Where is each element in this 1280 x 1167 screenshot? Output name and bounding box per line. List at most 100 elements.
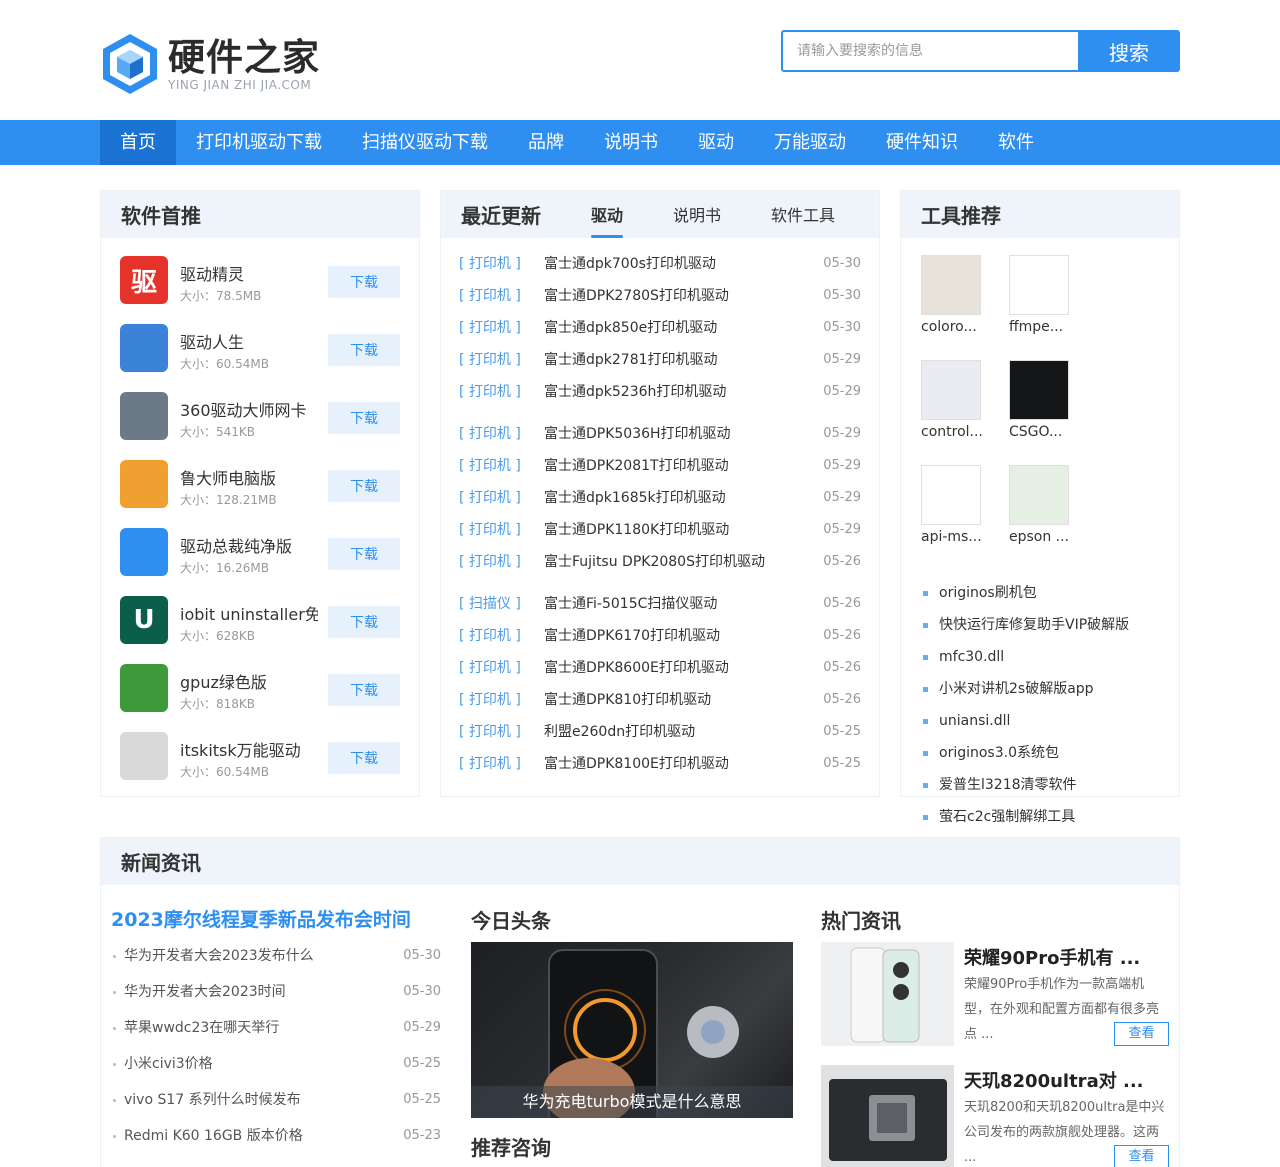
update-category[interactable]: [ 打印机 ] — [459, 514, 544, 546]
update-title[interactable]: 富士通dpk1685k打印机驱动 — [544, 482, 823, 514]
software-name[interactable]: itskitsk万能驱动 — [180, 737, 318, 761]
itskitsk-icon[interactable] — [120, 732, 168, 780]
tool-link[interactable]: uniansi.dll — [921, 705, 1159, 737]
tool-card[interactable]: CSGO... — [1009, 360, 1097, 465]
software-item[interactable]: 鲁大师电脑版 大小：128.21MB 下载 — [120, 460, 400, 528]
news-title[interactable]: 华为开发者大会2023发布什么 — [124, 938, 403, 974]
tool-card[interactable]: epson ... — [1009, 465, 1097, 570]
software-item[interactable]: 驱动总裁纯净版 大小：16.26MB 下载 — [120, 528, 400, 596]
news-title[interactable]: 华为开发者大会2023时间 — [124, 974, 403, 1010]
iobit-icon[interactable]: U — [120, 596, 168, 644]
download-button[interactable]: 下载 — [328, 606, 400, 638]
tool-link[interactable]: 快快运行库修复助手VIP破解版 — [921, 609, 1159, 641]
download-button[interactable]: 下载 — [328, 538, 400, 570]
search-button[interactable]: 搜索 — [1078, 30, 1180, 72]
tool-name[interactable]: api-ms... — [921, 529, 1009, 545]
tool-name[interactable]: ffmpe... — [1009, 319, 1097, 335]
download-button[interactable]: 下载 — [328, 334, 400, 366]
software-item[interactable]: Uiobit uninstaller免 大小：628KB 下载 — [120, 596, 400, 664]
update-category[interactable]: [ 打印机 ] — [459, 716, 544, 748]
nav-item-drivers[interactable]: 驱动 — [678, 120, 754, 165]
update-category[interactable]: [ 打印机 ] — [459, 344, 544, 376]
software-name[interactable]: iobit uninstaller免 — [180, 601, 318, 625]
tool-name[interactable]: CSGO... — [1009, 424, 1097, 440]
update-category[interactable]: [ 打印机 ] — [459, 482, 544, 514]
nav-item-hardware-knowledge[interactable]: 硬件知识 — [866, 120, 978, 165]
software-item[interactable]: itskitsk万能驱动 大小：60.54MB 下载 — [120, 732, 400, 800]
update-row[interactable]: [ 打印机 ] 富士通DPK810打印机驱动 05-26 — [459, 684, 861, 716]
game-thumb[interactable] — [1009, 360, 1069, 420]
news-list-item[interactable]: 华为开发者大会2023发布什么 05-30 — [111, 938, 441, 974]
update-title[interactable]: 富士通DPK2081T打印机驱动 — [544, 450, 823, 482]
download-button[interactable]: 下载 — [328, 266, 400, 298]
update-row[interactable]: [ 打印机 ] 富士通dpk700s打印机驱动 05-30 — [459, 248, 861, 280]
tool-name[interactable]: coloro... — [921, 319, 1009, 335]
view-button[interactable]: 查看 — [1114, 1022, 1169, 1046]
download-button[interactable]: 下载 — [328, 742, 400, 774]
news-list-item[interactable]: vivo S17 系列什么时候发布 05-25 — [111, 1082, 441, 1118]
nav-item-manuals[interactable]: 说明书 — [584, 120, 678, 165]
qudong-rensheng-icon[interactable] — [120, 324, 168, 372]
news-list-item[interactable]: Redmi K60 16GB 版本价格 05-23 — [111, 1118, 441, 1154]
update-category[interactable]: [ 打印机 ] — [459, 280, 544, 312]
hot-news-item[interactable]: 荣耀90Pro手机有 ... 荣耀90Pro手机作为一款高端机型，在外观和配置方… — [821, 942, 1171, 1065]
update-title[interactable]: 富士通DPK2780S打印机驱动 — [544, 280, 823, 312]
update-row[interactable]: [ 打印机 ] 利盟e260dn打印机驱动 05-25 — [459, 716, 861, 748]
software-name[interactable]: gpuz绿色版 — [180, 669, 318, 693]
hot-news-item[interactable]: 天玑8200ultra对 ... 天玑8200和天玑8200ultra是中兴公司… — [821, 1065, 1171, 1167]
update-row[interactable]: [ 打印机 ] 富士通dpk2781打印机驱动 05-29 — [459, 344, 861, 376]
update-category[interactable]: [ 打印机 ] — [459, 418, 544, 450]
document-thumb[interactable] — [1009, 255, 1069, 315]
qudong-jingling-icon[interactable]: 驱 — [120, 256, 168, 304]
qudong-zongcai-icon[interactable] — [120, 528, 168, 576]
view-button[interactable]: 查看 — [1114, 1145, 1169, 1167]
tool-card[interactable]: coloro... — [921, 255, 1009, 360]
news-title[interactable]: vivo S17 系列什么时候发布 — [124, 1082, 403, 1118]
update-row[interactable]: [ 打印机 ] 富士通DPK8600E打印机驱动 05-26 — [459, 652, 861, 684]
ludashi-icon[interactable] — [120, 460, 168, 508]
nav-item-brands[interactable]: 品牌 — [508, 120, 584, 165]
nav-item-scanner-drivers[interactable]: 扫描仪驱动下载 — [342, 120, 508, 165]
update-category[interactable]: [ 打印机 ] — [459, 248, 544, 280]
nav-item-home[interactable]: 首页 — [100, 120, 176, 165]
news-title[interactable]: 小米civi3价格 — [124, 1046, 403, 1082]
update-category[interactable]: [ 打印机 ] — [459, 450, 544, 482]
tab-manuals[interactable]: 说明书 — [673, 191, 721, 238]
phone-app-thumb[interactable] — [921, 255, 981, 315]
update-category[interactable]: [ 打印机 ] — [459, 376, 544, 408]
nav-item-universal-drivers[interactable]: 万能驱动 — [754, 120, 866, 165]
update-title[interactable]: 富士Fujitsu DPK2080S打印机驱动 — [544, 546, 823, 578]
update-title[interactable]: 富士通DPK5036H打印机驱动 — [544, 418, 823, 450]
update-row[interactable]: [ 打印机 ] 富士通DPK1180K打印机驱动 05-29 — [459, 514, 861, 546]
update-title[interactable]: 富士通dpk850e打印机驱动 — [544, 312, 823, 344]
update-category[interactable]: [ 打印机 ] — [459, 748, 544, 780]
news-feature-link[interactable]: 2023摩尔线程夏季新品发布会时间 — [111, 905, 441, 932]
software-item[interactable]: gpuz绿色版 大小：818KB 下载 — [120, 664, 400, 732]
site-logo[interactable]: 硬件之家 YING JIAN ZHI JIA.COM — [100, 32, 320, 96]
update-title[interactable]: 富士通DPK810打印机驱动 — [544, 684, 823, 716]
software-item[interactable]: 驱动人生 大小：60.54MB 下载 — [120, 324, 400, 392]
update-title[interactable]: 富士通dpk5236h打印机驱动 — [544, 376, 823, 408]
software-item[interactable]: 360驱动大师网卡 大小：541KB 下载 — [120, 392, 400, 460]
update-row[interactable]: [ 打印机 ] 富士通DPK2081T打印机驱动 05-29 — [459, 450, 861, 482]
tool-link[interactable]: 小米对讲机2s破解版app — [921, 673, 1159, 705]
software-name[interactable]: 鲁大师电脑版 — [180, 465, 318, 489]
tool-link[interactable]: 萤石c2c强制解绑工具 — [921, 801, 1159, 833]
update-title[interactable]: 富士通DPK8600E打印机驱动 — [544, 652, 823, 684]
software-name[interactable]: 驱动人生 — [180, 329, 318, 353]
update-title[interactable]: 富士通DPK1180K打印机驱动 — [544, 514, 823, 546]
tool-card[interactable]: control... — [921, 360, 1009, 465]
tool-link[interactable]: mfc30.dll — [921, 641, 1159, 673]
download-button[interactable]: 下载 — [328, 470, 400, 502]
update-title[interactable]: 富士通DPK6170打印机驱动 — [544, 620, 823, 652]
nav-item-software[interactable]: 软件 — [978, 120, 1054, 165]
360-driver-icon[interactable] — [120, 392, 168, 440]
update-row[interactable]: [ 打印机 ] 富士Fujitsu DPK2080S打印机驱动 05-26 — [459, 546, 861, 578]
nav-item-printer-drivers[interactable]: 打印机驱动下载 — [176, 120, 342, 165]
update-category[interactable]: [ 打印机 ] — [459, 546, 544, 578]
software-name[interactable]: 驱动总裁纯净版 — [180, 533, 318, 557]
update-category[interactable]: [ 打印机 ] — [459, 312, 544, 344]
update-row[interactable]: [ 打印机 ] 富士通dpk850e打印机驱动 05-30 — [459, 312, 861, 344]
gpuz-icon[interactable] — [120, 664, 168, 712]
software-name[interactable]: 360驱动大师网卡 — [180, 397, 318, 421]
